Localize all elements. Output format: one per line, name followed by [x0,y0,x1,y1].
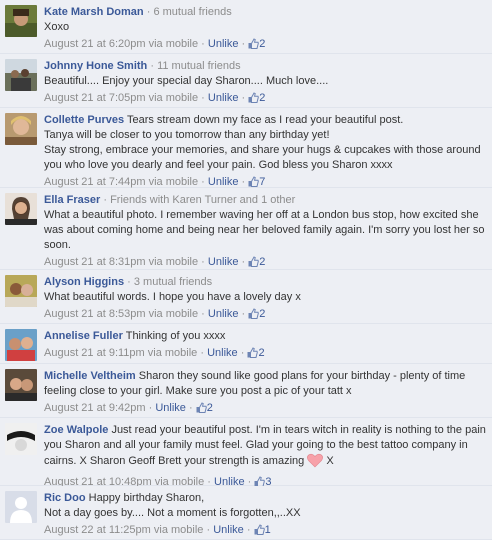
separator-dot: · [150,60,155,72]
via-mobile: via mobile [148,38,199,50]
avatar[interactable] [5,369,37,401]
like-count[interactable]: 2 [247,347,265,359]
comment-meta: August 21 at 8:53pm via mobile · Unlike … [44,307,486,324]
separator-dot: · [127,276,131,288]
commenter-name[interactable]: Michelle Veltheim [44,370,136,382]
thumbs-up-icon [247,347,259,363]
comment: Alyson Higgins · 3 mutual friends What b… [0,270,492,324]
comment-text-line: Not a day goes by.... Not a moment is fo… [44,507,301,519]
like-count[interactable]: 1 [254,524,271,536]
unlike-link[interactable]: Unlike [207,347,238,359]
comment: Johnny Hone Smith · 11 mutual friends Be… [0,54,492,108]
via-mobile: via mobile [153,524,204,536]
comment-meta: August 21 at 6:20pm via mobile · Unlike … [44,37,486,54]
comment: Kate Marsh Doman · 6 mutual friends Xoxo… [0,0,492,54]
comment: Ric Doo Happy birthday Sharon, Not a day… [0,486,492,540]
avatar[interactable] [5,491,37,523]
comment-text: Just read your beautiful post. I'm in te… [44,424,486,467]
mutual-friends[interactable]: 11 mutual friends [157,60,241,72]
timestamp[interactable]: August 21 at 6:20pm [44,38,146,50]
comment: Annelise Fuller Thinking of you xxxx Aug… [0,324,492,364]
timestamp[interactable]: August 21 at 8:31pm [44,256,146,268]
commenter-name[interactable]: Kate Marsh Doman [44,6,144,18]
via-mobile: via mobile [148,308,199,320]
timestamp[interactable]: August 22 at 11:25pm [44,524,151,536]
comment-meta: August 21 at 9:42pm · Unlike · 2 [44,401,486,418]
separator-dot: · [103,194,107,206]
via-mobile: via mobile [148,176,199,188]
timestamp[interactable]: August 21 at 9:42pm [44,402,146,414]
comment-meta: August 21 at 9:11pm via mobile · Unlike … [44,346,486,363]
like-count[interactable]: 7 [248,176,265,188]
like-count[interactable]: 2 [248,92,265,104]
unlike-link[interactable]: Unlike [208,308,239,320]
unlike-link[interactable]: Unlike [208,92,239,104]
timestamp[interactable]: August 21 at 9:11pm [44,347,145,359]
timestamp[interactable]: August 21 at 7:44pm [44,176,146,188]
comment-text: Happy birthday Sharon, [88,492,205,504]
timestamp[interactable]: August 21 at 8:53pm [44,308,146,320]
commenter-name[interactable]: Ric Doo [44,492,86,504]
comment-text: Tears stream down my face as I read your… [126,114,404,126]
comment-text: Thinking of you xxxx [125,330,226,342]
comment: Ella Fraser · Friends with Karen Turner … [0,188,492,270]
avatar[interactable] [5,275,37,307]
comment-text-line: Tanya will be closer to you tomorrow tha… [44,129,330,141]
heart-emoji-icon [307,453,324,473]
unlike-link[interactable]: Unlike [208,38,239,50]
mutual-friends[interactable]: 3 mutual friends [134,276,212,288]
comment-meta: August 22 at 11:25pm via mobile · Unlike… [44,523,486,540]
thumbs-up-icon [248,308,260,324]
mutual-friends[interactable]: 6 mutual friends [153,6,231,18]
commenter-name[interactable]: Zoe Walpole [44,424,108,436]
thumbs-up-icon [248,38,260,54]
avatar[interactable] [5,113,37,145]
mutual-friends[interactable]: Friends with Karen Turner and 1 other [110,194,295,206]
thumbs-up-icon [254,524,265,540]
avatar[interactable] [5,329,37,361]
via-mobile: via mobile [148,256,199,268]
unlike-link[interactable]: Unlike [213,524,244,536]
thumbs-up-icon [196,402,207,418]
timestamp[interactable]: August 21 at 7:05pm [44,92,146,104]
unlike-link[interactable]: Unlike [208,256,239,268]
comment-text: What a beautiful photo. I remember wavin… [44,209,485,251]
like-count[interactable]: 2 [248,38,265,50]
like-count[interactable]: 2 [248,256,265,268]
comment-text: What beautiful words. I hope you have a … [44,291,301,303]
like-count[interactable]: 2 [196,402,213,414]
commenter-name[interactable]: Johnny Hone Smith [44,60,147,72]
comment-text-line: Stay strong, embrace your memories, and … [44,144,481,171]
comment-text-tail: X [326,455,334,467]
separator-dot: · [146,6,151,18]
comment-text: Beautiful.... Enjoy your special day Sha… [44,75,329,87]
commenter-name[interactable]: Annelise Fuller [44,330,123,342]
commenter-name[interactable]: Alyson Higgins [44,276,124,288]
comment: Michelle Veltheim Sharon they sound like… [0,364,492,418]
comment: Collette Purves Tears stream down my fac… [0,108,492,188]
unlike-link[interactable]: Unlike [208,176,239,188]
commenter-name[interactable]: Ella Fraser [44,194,100,206]
via-mobile: via mobile [147,347,198,359]
avatar[interactable] [5,423,37,455]
thumbs-up-icon [248,92,260,108]
comment-text: Xoxo [44,21,70,33]
comment: Zoe Walpole Just read your beautiful pos… [0,418,492,488]
like-count[interactable]: 2 [248,308,265,320]
unlike-link[interactable]: Unlike [155,402,186,414]
comment-list: Kate Marsh Doman · 6 mutual friends Xoxo… [0,0,492,540]
avatar[interactable] [5,59,37,91]
via-mobile: via mobile [148,92,199,104]
avatar[interactable] [5,5,37,37]
comment-meta: August 21 at 7:05pm via mobile · Unlike … [44,91,486,108]
avatar[interactable] [5,193,37,225]
commenter-name[interactable]: Collette Purves [44,114,124,126]
